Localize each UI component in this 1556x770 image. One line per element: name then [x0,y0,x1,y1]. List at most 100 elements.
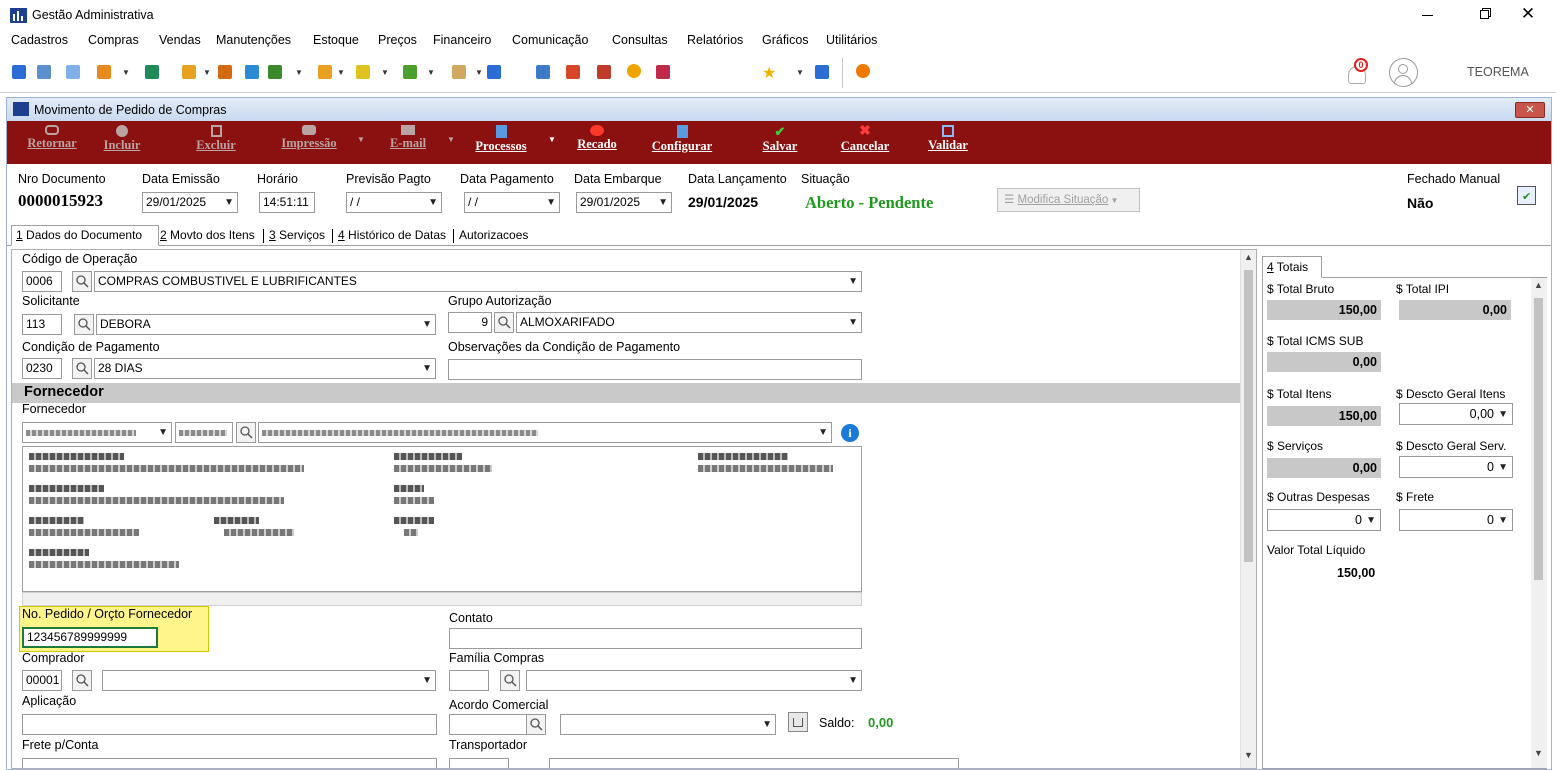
solicitante-code[interactable]: 113 [22,314,62,335]
menu-graficos[interactable]: Gráficos [762,33,809,47]
restore-button[interactable] [1476,6,1496,22]
user-avatar-icon[interactable] [1389,58,1418,87]
toolbar-dropdown-icon[interactable]: ▼ [381,68,389,77]
impressao-button[interactable]: Impressão [269,121,349,155]
grupo-autorizacao-code[interactable]: 9 [448,312,492,333]
comprador-select[interactable]: ▼ [102,670,436,691]
fornecedor-cnpj-select[interactable]: ▼ [22,422,172,443]
info-icon[interactable]: i [841,424,859,442]
totals-scrollbar[interactable]: ▲ ▼ [1531,278,1547,768]
power-icon[interactable] [856,64,870,78]
menu-relatorios[interactable]: Relatórios [687,33,743,47]
notification-bell-icon[interactable]: 0 [1346,58,1372,86]
tab-dados-documento[interactable]: 1 Dados do Documento [11,225,159,246]
menu-cadastros[interactable]: Cadastros [11,33,68,47]
toolbar-icon-6[interactable] [182,65,196,79]
menu-precos[interactable]: Preços [378,33,417,47]
descto-geral-itens-field[interactable]: 0,00 ▼ [1399,403,1513,425]
salvar-button[interactable]: ✔ Salvar [749,121,811,155]
user-name[interactable]: TEOREMA [1467,65,1529,79]
codigo-operacao-code[interactable]: 0006 [22,271,62,292]
comprador-code[interactable]: 00001 [22,670,62,691]
tab-historico-datas[interactable]: 4 Histórico de Datas [338,228,446,242]
grupo-autorizacao-search-button[interactable] [494,312,514,333]
calculator-icon[interactable] [536,65,550,79]
impressao-dropdown-icon[interactable]: ▼ [357,135,365,144]
familia-compras-code[interactable] [449,670,489,691]
comprador-search-button[interactable] [72,670,92,691]
toolbar-icon-1[interactable] [12,65,26,79]
scroll-up-icon[interactable]: ▲ [1244,252,1253,262]
familia-compras-search-button[interactable] [500,670,520,691]
toolbar-dropdown-icon[interactable]: ▼ [203,68,211,77]
menu-consultas[interactable]: Consultas [612,33,668,47]
menu-vendas[interactable]: Vendas [159,33,201,47]
toolbar-icon-12[interactable] [403,65,417,79]
previsao-pagto-field[interactable]: / / ▼ [346,192,442,213]
toolbar-icon-9[interactable] [268,65,282,79]
observacoes-condicao-field[interactable] [448,359,862,380]
minimize-button[interactable] [1418,6,1438,22]
toolbar-icon-11[interactable] [356,65,370,79]
processos-dropdown-icon[interactable]: ▼ [548,135,556,144]
calendar-icon[interactable] [566,65,580,79]
transportador-code[interactable] [449,758,509,768]
frete-field[interactable]: 0 ▼ [1399,509,1513,531]
data-pagamento-field[interactable]: / / ▼ [464,192,560,213]
menu-utilitarios[interactable]: Utilitários [826,33,877,47]
fornecedor-code[interactable] [175,422,233,443]
excluir-button[interactable]: Excluir [181,121,251,155]
modifica-situacao-button[interactable]: ☰ Modifica Situação ▼ [997,188,1140,212]
toolbar-icon-16[interactable] [627,64,641,78]
outras-despesas-field[interactable]: 0 ▼ [1267,509,1381,531]
acordo-comercial-select[interactable]: ▼ [560,714,776,735]
data-embarque-field[interactable]: 29/01/2025 ▼ [576,192,672,213]
toolbar-icon-3[interactable] [66,65,80,79]
scroll-down-icon[interactable]: ▼ [1244,750,1253,760]
toolbar-icon-15[interactable] [597,65,611,79]
email-button[interactable]: E-mail [375,121,441,155]
scroll-down-icon[interactable]: ▼ [1534,748,1543,758]
scroll-up-icon[interactable]: ▲ [1534,280,1543,290]
horario-field[interactable]: 14:51:11 [259,192,315,213]
toolbar-dropdown-icon[interactable]: ▼ [427,68,435,77]
tab-autorizacoes[interactable]: Autorizacoes [459,228,528,242]
codigo-operacao-search-button[interactable] [72,271,92,292]
recado-button[interactable]: Recado [565,121,629,155]
toolbar-dropdown-icon[interactable]: ▼ [122,68,130,77]
close-button[interactable]: ✕ [1518,4,1538,23]
toolbar-icon-17[interactable] [656,65,670,79]
tab-movto-itens[interactable]: 2 Movto dos Itens [160,228,255,242]
toolbar-dropdown-icon[interactable]: ▼ [337,68,345,77]
scroll-thumb[interactable] [1534,298,1543,580]
aplicacao-field[interactable] [22,714,437,735]
configurar-button[interactable]: Configurar [637,121,727,155]
menu-estoque[interactable]: Estoque [313,33,359,47]
fechado-manual-edit-icon[interactable]: ✔ [1517,186,1536,205]
validar-button[interactable]: Validar [917,121,979,155]
menu-comunicacao[interactable]: Comunicação [512,33,588,47]
incluir-button[interactable]: Incluir [87,121,157,155]
toolbar-icon-4[interactable] [97,65,111,79]
data-emissao-field[interactable]: 29/01/2025 ▼ [142,192,238,213]
toolbar-icon-5[interactable] [145,65,159,79]
transportador-select[interactable] [549,758,959,768]
menu-compras[interactable]: Compras [88,33,139,47]
solicitante-search-button[interactable] [74,314,94,335]
processos-button[interactable]: Processos [459,121,543,155]
acordo-comercial-code[interactable] [449,714,527,735]
solicitante-select[interactable]: DEBORA ▼ [96,314,436,335]
email-dropdown-icon[interactable]: ▼ [447,135,455,144]
toolbar-dropdown-icon[interactable]: ▼ [796,68,804,77]
condicao-pagamento-select[interactable]: 28 DIAS ▼ [94,358,436,379]
cancelar-button[interactable]: ✖ Cancelar [827,121,903,155]
condicao-pagamento-code[interactable]: 0230 [22,358,62,379]
frete-conta-select[interactable] [22,758,437,768]
menu-financeiro[interactable]: Financeiro [433,33,491,47]
basket-icon[interactable] [788,712,808,732]
star-icon[interactable]: ★ [762,63,776,83]
pedido-fornecedor-input[interactable]: 123456789999999 [22,627,158,648]
child-close-button[interactable]: ✕ [1515,102,1545,118]
codigo-operacao-select[interactable]: COMPRAS COMBUSTIVEL E LUBRIFICANTES ▼ [94,271,862,292]
toolbar-icon-2[interactable] [37,65,51,79]
